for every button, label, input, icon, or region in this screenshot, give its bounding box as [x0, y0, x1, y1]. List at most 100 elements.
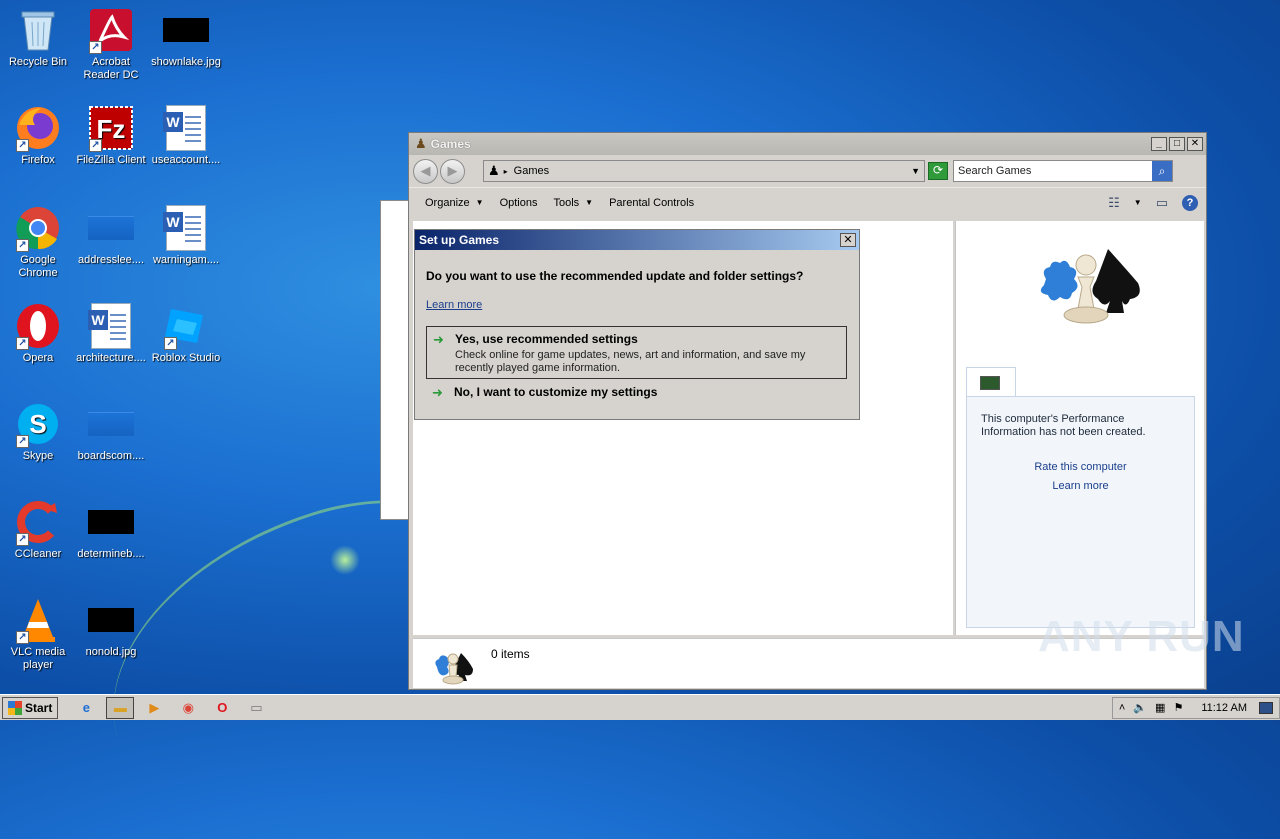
desktop-icon-label: useaccount....: [151, 154, 221, 166]
green-arrow-icon: ➜: [433, 332, 444, 347]
window-icon: ▭: [250, 699, 263, 715]
options-label: Options: [499, 196, 538, 209]
shortcut-arrow-icon: ↗: [16, 631, 29, 644]
vlc-icon: ↗: [14, 596, 62, 644]
folder-icon: ▬: [113, 700, 127, 715]
desktop-icon-label: Firefox: [21, 154, 55, 166]
desktop-icon-determineb[interactable]: determineb....: [73, 498, 149, 561]
clock[interactable]: 11:12 AM: [1201, 702, 1247, 714]
svg-text:S: S: [29, 409, 46, 439]
desktop-icon-opera[interactable]: ↗ Opera: [0, 302, 76, 365]
desktop-icon-label: determineb....: [77, 548, 145, 560]
desktop-icon-label: CCleaner: [14, 548, 62, 560]
help-icon[interactable]: ?: [1182, 194, 1198, 211]
option-title: No, I want to customize my settings: [454, 385, 658, 399]
chevron-up-icon[interactable]: ˄: [1119, 702, 1125, 714]
chevron-down-icon[interactable]: ▼: [911, 166, 920, 176]
opera-icon: ↗: [14, 302, 62, 350]
shortcut-arrow-icon: ↗: [16, 239, 29, 252]
breadcrumb-arrow-icon[interactable]: ▸: [504, 167, 508, 176]
desktop-icon-label: FileZilla Client: [76, 154, 146, 166]
shortcut-arrow-icon: ↗: [16, 139, 29, 152]
chrome-icon: ◉: [182, 699, 195, 715]
shortcut-arrow-icon: ↗: [16, 435, 29, 448]
dialog-question: Do you want to use the recommended updat…: [426, 269, 804, 283]
window-titlebar[interactable]: ♟ Games _ □ ✕: [409, 133, 1206, 155]
chevron-down-icon: ▼: [475, 198, 484, 207]
wallpaper-glow: [330, 545, 360, 575]
parental-label: Parental Controls: [609, 196, 695, 209]
desktop-icon-skype[interactable]: S ↗ Skype: [0, 400, 76, 463]
volume-icon[interactable]: 🔈: [1133, 701, 1147, 714]
show-desktop-button[interactable]: [1259, 701, 1273, 714]
search-input[interactable]: Search Games ⌕: [953, 160, 1173, 182]
desktop-icon-roblox[interactable]: ↗ Roblox Studio: [148, 302, 224, 365]
maximize-button[interactable]: □: [1169, 137, 1185, 151]
desktop-icon-label: addresslee....: [77, 254, 145, 266]
chess-pawn-icon: ♟: [415, 136, 427, 151]
desktop-icon-warningam[interactable]: W warningam....: [148, 204, 224, 267]
details-pane: This computer's Performance Information …: [955, 221, 1204, 635]
desktop-icon-chrome[interactable]: ↗ Google Chrome: [0, 204, 76, 280]
opera-icon: O: [217, 700, 228, 715]
desktop-icon-boardscom[interactable]: boardscom....: [73, 400, 149, 463]
desktop-icon-useaccount[interactable]: W useaccount....: [148, 104, 224, 167]
desktop-icon-label: nonold.jpg: [85, 646, 137, 658]
desktop-icon-addresslee[interactable]: addresslee....: [73, 204, 149, 267]
flag-icon[interactable]: ⚑: [1173, 701, 1183, 714]
organize-label: Organize: [425, 196, 470, 209]
taskbar-chrome[interactable]: ◉: [174, 697, 202, 719]
window-title: Games: [430, 137, 471, 151]
file-icon: [87, 400, 135, 448]
taskbar: Start e ▬ ▶ ◉ O ▭ ˄ 🔈 ▦ ⚑ 11:12 AM: [0, 694, 1280, 720]
green-arrow-icon: ➜: [432, 385, 443, 400]
organize-menu[interactable]: Organize ▼: [417, 197, 492, 209]
taskbar-media-player[interactable]: ▶: [140, 697, 168, 719]
dialog-close-button[interactable]: ✕: [840, 233, 856, 247]
options-menu[interactable]: Options: [492, 197, 546, 209]
desktop-icon-label: VLC media player: [10, 646, 66, 671]
taskbar-opera[interactable]: O: [208, 697, 236, 719]
desktop-icon-label: architecture....: [76, 352, 146, 364]
rate-computer-link[interactable]: Rate this computer: [981, 461, 1180, 473]
desktop-icon-ccleaner[interactable]: ↗ CCleaner: [0, 498, 76, 561]
desktop-icon-acrobat[interactable]: ↗ Acrobat Reader DC: [73, 6, 149, 82]
dialog-learn-more-link[interactable]: Learn more: [426, 299, 482, 311]
desktop-icon-architecture[interactable]: W architecture....: [73, 302, 149, 365]
shortcut-arrow-icon: ↗: [16, 337, 29, 350]
start-label: Start: [25, 700, 53, 715]
taskbar-explorer[interactable]: ▬: [106, 696, 135, 719]
firefox-icon: ↗: [14, 104, 62, 152]
network-icon[interactable]: ▦: [1155, 701, 1165, 714]
desktop-icon-vlc[interactable]: ↗ VLC media player: [0, 596, 76, 672]
customize-settings-option[interactable]: ➜ No, I want to customize my settings: [426, 380, 847, 406]
desktop-icon-firefox[interactable]: ↗ Firefox: [0, 104, 76, 167]
desktop-icon-shownlake[interactable]: shownlake.jpg: [148, 6, 224, 69]
performance-tab[interactable]: [966, 367, 1016, 397]
desktop-icon-recycle-bin[interactable]: Recycle Bin: [0, 6, 76, 69]
shortcut-arrow-icon: ↗: [89, 41, 102, 54]
forward-button[interactable]: ▶: [440, 158, 465, 184]
parental-controls-button[interactable]: Parental Controls: [601, 197, 702, 209]
close-button[interactable]: ✕: [1187, 137, 1203, 151]
taskbar-window[interactable]: ▭: [242, 697, 270, 719]
setup-games-dialog: Set up Games ✕ Do you want to use the re…: [414, 229, 860, 420]
tools-menu[interactable]: Tools ▼: [545, 197, 601, 209]
view-options-icon[interactable]: ☷: [1108, 195, 1120, 211]
desktop-icon-label: Recycle Bin: [8, 56, 68, 68]
perf-learn-more-link[interactable]: Learn more: [981, 480, 1180, 492]
use-recommended-option[interactable]: ➜ Yes, use recommended settings Check on…: [426, 326, 847, 379]
desktop-icon-nonold[interactable]: nonold.jpg: [73, 596, 149, 659]
back-button[interactable]: ◀: [413, 158, 438, 184]
desktop-icon-filezilla[interactable]: Fz ↗ FileZilla Client: [73, 104, 149, 167]
taskbar-ie[interactable]: e: [72, 697, 100, 719]
search-icon[interactable]: ⌕: [1152, 161, 1172, 181]
chevron-down-icon[interactable]: ▼: [1134, 198, 1142, 207]
refresh-button[interactable]: ⟳: [928, 162, 948, 180]
minimize-button[interactable]: _: [1151, 137, 1167, 151]
preview-pane-icon[interactable]: ▭: [1156, 195, 1168, 211]
start-button[interactable]: Start: [2, 696, 59, 719]
dialog-titlebar[interactable]: Set up Games ✕: [415, 230, 859, 250]
chrome-icon: ↗: [14, 204, 62, 252]
address-field[interactable]: ♟ ▸ Games ▼: [483, 160, 925, 182]
